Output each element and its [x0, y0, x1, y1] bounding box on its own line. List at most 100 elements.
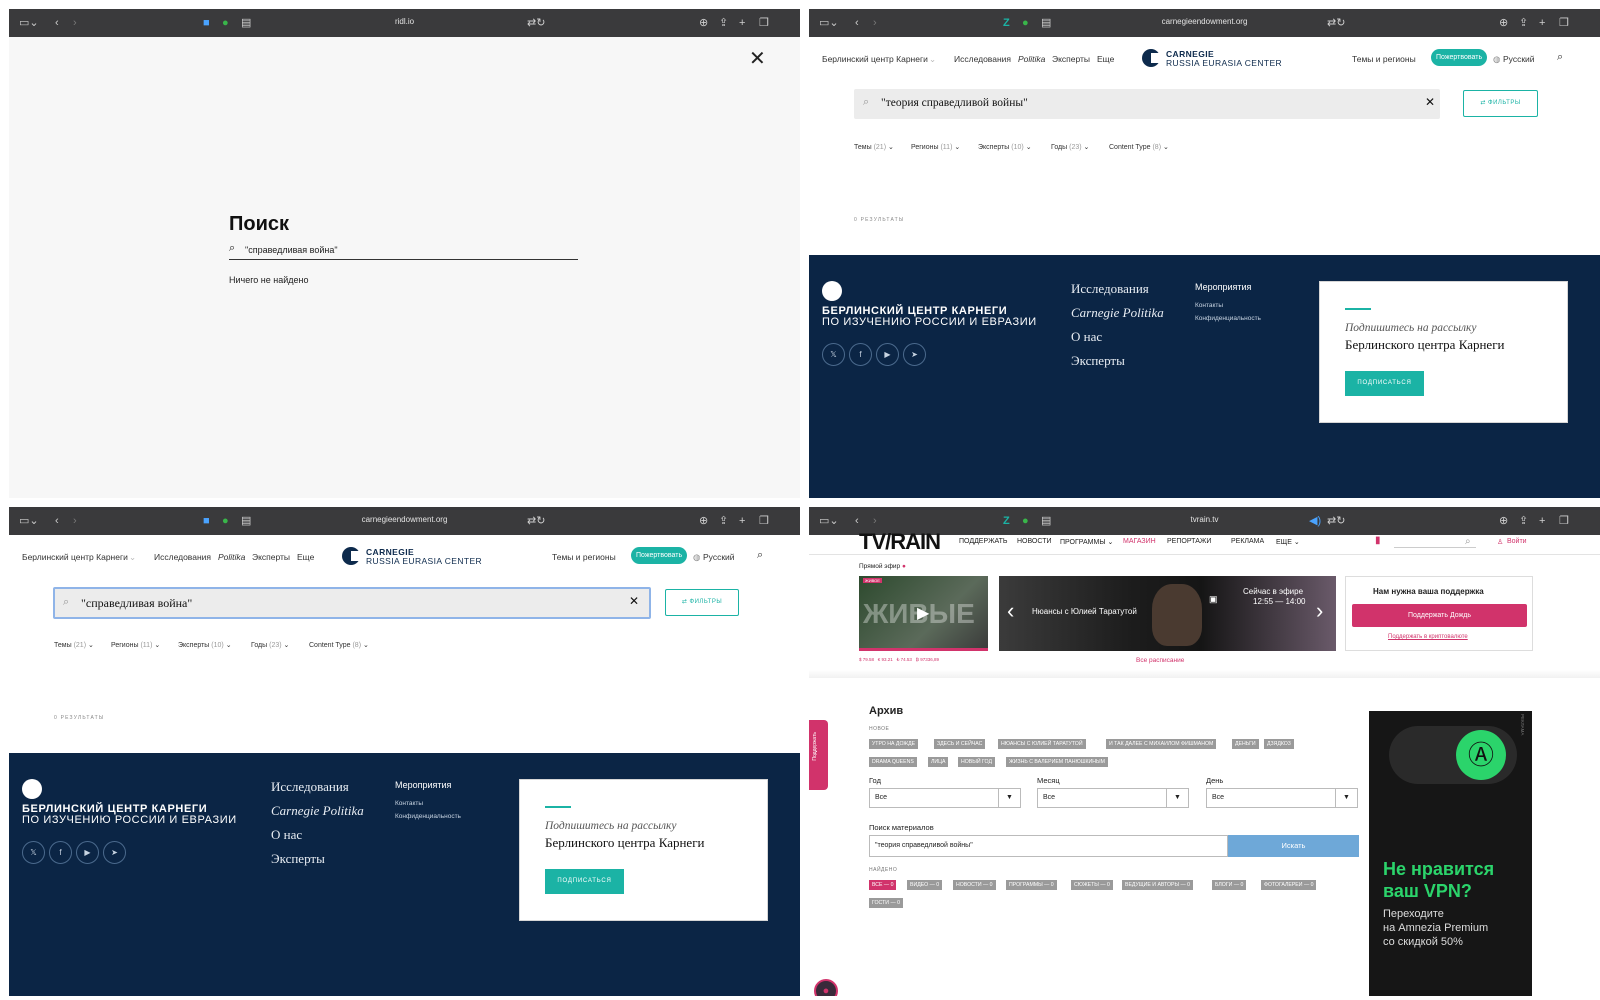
- facet-topics[interactable]: Темы (21) ⌄: [854, 143, 894, 151]
- year-select[interactable]: Все ▼: [869, 788, 1021, 808]
- tag[interactable]: НОВЫЙ ГОД: [958, 757, 995, 767]
- archive-search-button[interactable]: Искать: [1228, 835, 1359, 857]
- tag[interactable]: ДЗЯДКО3: [1264, 739, 1294, 749]
- footer-link-research[interactable]: Исследования: [271, 779, 349, 795]
- carnegie-logo-icon[interactable]: [342, 547, 360, 565]
- month-select[interactable]: Все ▼: [1037, 788, 1189, 808]
- facet-content-type[interactable]: Content Type (8) ⌄: [309, 641, 369, 649]
- nav-more[interactable]: Еще: [1097, 54, 1114, 64]
- facet-experts[interactable]: Эксперты (10) ⌄: [978, 143, 1032, 151]
- translate-icon[interactable]: ⇄↻: [1327, 514, 1345, 528]
- facet-topics[interactable]: Темы (21) ⌄: [54, 641, 94, 649]
- nav-more[interactable]: ЕЩЕ ⌄: [1276, 538, 1300, 546]
- tag[interactable]: DRAMA QUEENS: [869, 757, 917, 767]
- nav-more[interactable]: Еще: [297, 552, 314, 562]
- new-tab-icon[interactable]: +: [1539, 514, 1545, 528]
- tabs-icon[interactable]: ❐: [759, 514, 769, 528]
- facet-years[interactable]: Годы (23) ⌄: [1051, 143, 1089, 151]
- nav-home[interactable]: Берлинский центр Карнеги: [822, 54, 928, 64]
- header-search-icon[interactable]: ⌕: [757, 549, 763, 562]
- address-bar[interactable]: carnegieendowment.org: [9, 515, 800, 524]
- translate-icon[interactable]: ⇄↻: [527, 514, 545, 528]
- download-icon[interactable]: ⊕: [699, 16, 708, 30]
- footer-privacy[interactable]: Конфиденциальность: [395, 813, 461, 820]
- support-crypto-link[interactable]: Поддержать в криптовалюте: [1388, 634, 1468, 640]
- share-icon[interactable]: ⇪: [719, 514, 728, 528]
- footer-contacts[interactable]: Контакты: [1195, 302, 1223, 309]
- tvrain-logo[interactable]: TV/RAIN: [859, 529, 941, 555]
- archive-search-input[interactable]: "теория справедливой войны": [869, 835, 1228, 857]
- found-tag[interactable]: БЛОГИ — 0: [1212, 880, 1247, 890]
- footer-events[interactable]: Мероприятия: [395, 780, 451, 790]
- nav-news[interactable]: НОВОСТИ: [1017, 538, 1052, 545]
- nav-shop[interactable]: МАГАЗИН: [1123, 538, 1156, 545]
- share-icon[interactable]: ⇪: [1519, 16, 1528, 30]
- nav-support[interactable]: ПОДДЕРЖАТЬ: [959, 538, 1008, 545]
- download-icon[interactable]: ⊕: [699, 514, 708, 528]
- footer-link-politika[interactable]: Carnegie Politika: [1071, 305, 1164, 321]
- filters-button[interactable]: ⇄ ФИЛЬТРЫ: [1463, 90, 1538, 117]
- found-tag[interactable]: ГОСТИ — 0: [869, 898, 903, 908]
- footer-contacts[interactable]: Контакты: [395, 800, 423, 807]
- new-tab-icon[interactable]: +: [1539, 16, 1545, 30]
- user-icon[interactable]: ♙: [1497, 538, 1503, 546]
- tag[interactable]: ЗДЕСЬ И СЕЙЧАС: [934, 739, 986, 749]
- found-tag[interactable]: ПРОГРАММЫ — 0: [1006, 880, 1057, 890]
- subscribe-button[interactable]: ПОДПИСАТЬСЯ: [1345, 371, 1424, 396]
- footer-link-experts[interactable]: Эксперты: [271, 851, 325, 867]
- facet-content-type[interactable]: Content Type (8) ⌄: [1109, 143, 1169, 151]
- telegram-social-icon[interactable]: ➤: [103, 841, 126, 864]
- download-icon[interactable]: ⊕: [1499, 514, 1508, 528]
- found-tag[interactable]: НОВОСТИ — 0: [953, 880, 996, 890]
- search-input[interactable]: ⌕ "теория справедливой войны" ✕: [854, 89, 1440, 119]
- subscribe-button[interactable]: ПОДПИСАТЬСЯ: [545, 869, 624, 894]
- nav-politika[interactable]: Politika: [218, 552, 245, 562]
- nav-experts[interactable]: Эксперты: [1052, 54, 1090, 64]
- search-input[interactable]: ⌕ "справедливая война": [229, 242, 578, 260]
- facebook-social-icon[interactable]: f: [49, 841, 72, 864]
- x-social-icon[interactable]: 𝕏: [22, 841, 45, 864]
- support-button[interactable]: Поддержать Дождь: [1352, 604, 1527, 627]
- telegram-social-icon[interactable]: ➤: [903, 343, 926, 366]
- carousel-prev-icon[interactable]: ‹: [1007, 598, 1014, 624]
- header-search-icon[interactable]: ⌕: [1557, 51, 1563, 64]
- nav-home[interactable]: Берлинский центр Карнеги: [22, 552, 128, 562]
- nav-research[interactable]: Исследования: [954, 54, 1011, 64]
- tabs-icon[interactable]: ❐: [1559, 16, 1569, 30]
- nav-research[interactable]: Исследования: [154, 552, 211, 562]
- facet-experts[interactable]: Эксперты (10) ⌄: [178, 641, 232, 649]
- footer-link-politika[interactable]: Carnegie Politika: [271, 803, 364, 819]
- nav-topics[interactable]: Темы и регионы: [552, 552, 616, 562]
- clear-search-icon[interactable]: ✕: [1425, 95, 1435, 110]
- tabs-icon[interactable]: ❐: [1559, 514, 1569, 528]
- nav-ads[interactable]: РЕКЛАМА: [1231, 538, 1264, 545]
- new-tab-icon[interactable]: +: [739, 16, 745, 30]
- search-icon[interactable]: ⌕: [1465, 536, 1471, 547]
- youtube-social-icon[interactable]: ▶: [76, 841, 99, 864]
- footer-privacy[interactable]: Конфиденциальность: [1195, 315, 1261, 322]
- day-select[interactable]: Все ▼: [1206, 788, 1358, 808]
- language-select[interactable]: Русский: [1503, 54, 1535, 64]
- facet-regions[interactable]: Регионы (11) ⌄: [111, 641, 160, 649]
- youtube-social-icon[interactable]: ▶: [876, 343, 899, 366]
- clear-search-icon[interactable]: ✕: [629, 594, 639, 609]
- found-tag[interactable]: ВЕДУЩИЕ И АВТОРЫ — 0: [1122, 880, 1193, 890]
- footer-link-experts[interactable]: Эксперты: [1071, 353, 1125, 369]
- translate-icon[interactable]: ⇄↻: [527, 16, 545, 30]
- donate-button[interactable]: Пожертвовать: [631, 547, 688, 564]
- tag[interactable]: НЮАНСЫ С ЮЛИЕЙ ТАРАТУТОЙ: [998, 739, 1086, 749]
- search-input[interactable]: ⌕ "справедливая война" ✕: [53, 587, 651, 619]
- found-tag[interactable]: ВИДЕО — 0: [907, 880, 943, 890]
- carnegie-logo-icon[interactable]: [1142, 49, 1160, 67]
- share-icon[interactable]: ⇪: [719, 16, 728, 30]
- filters-button[interactable]: ⇄ ФИЛЬТРЫ: [665, 589, 739, 616]
- tag[interactable]: ДЕНЬГИ: [1232, 739, 1259, 749]
- nav-reports[interactable]: РЕПОРТАЖИ: [1167, 538, 1211, 545]
- nav-politika[interactable]: Politika: [1018, 54, 1045, 64]
- facet-years[interactable]: Годы (23) ⌄: [251, 641, 289, 649]
- address-bar[interactable]: carnegieendowment.org: [809, 17, 1600, 26]
- header-search-input[interactable]: [1394, 547, 1476, 548]
- nav-experts[interactable]: Эксперты: [252, 552, 290, 562]
- download-icon[interactable]: ⊕: [1499, 16, 1508, 30]
- language-select[interactable]: Русский: [703, 552, 735, 562]
